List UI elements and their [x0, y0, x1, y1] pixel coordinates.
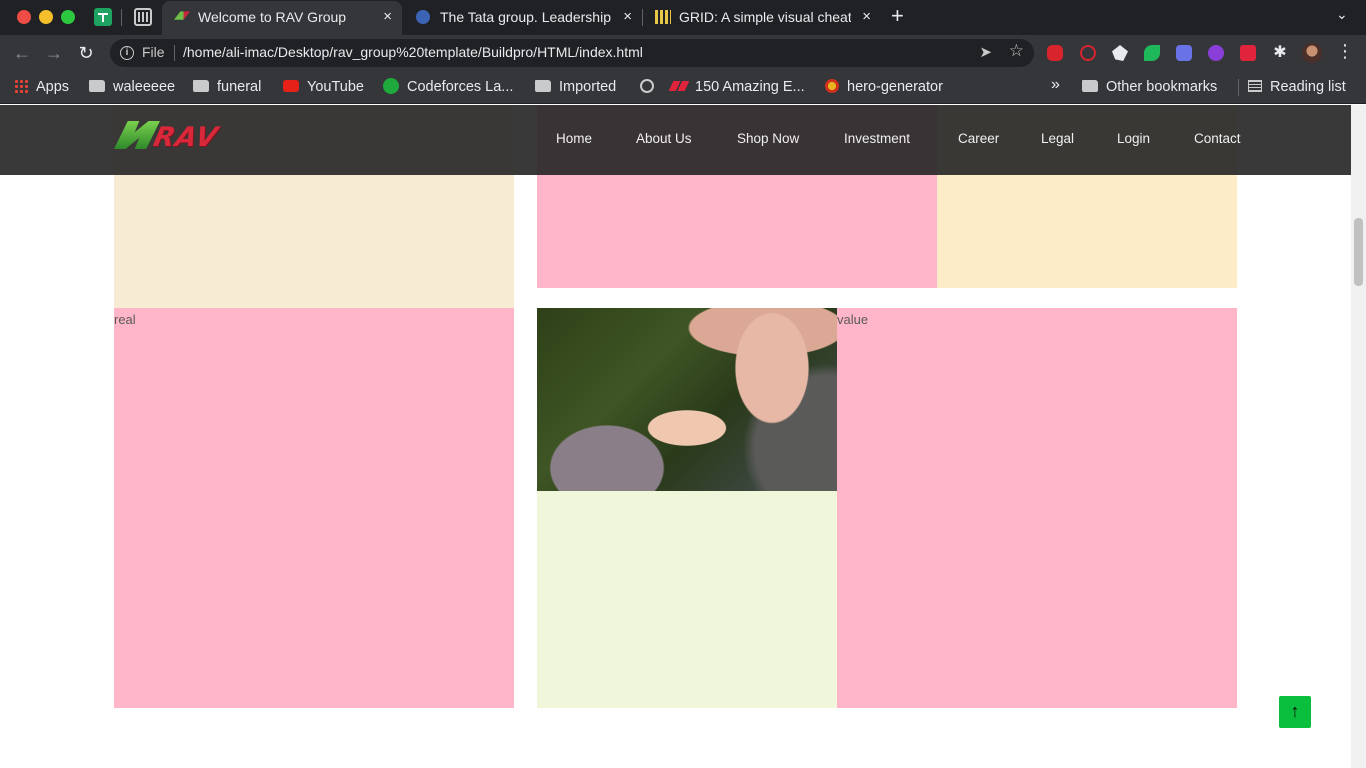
bookmarks-overflow-icon[interactable]: » — [1051, 76, 1060, 94]
pinned-tab-sheets-icon[interactable] — [94, 8, 112, 26]
extensions-puzzle-icon[interactable]: ✱ — [1272, 45, 1288, 61]
browser-toolbar: ← → ↻ i File /home/ali-imac/Desktop/rav_… — [0, 35, 1366, 71]
back-to-top-button[interactable]: ↑ — [1279, 696, 1311, 728]
bookmark-label: Other bookmarks — [1106, 79, 1218, 95]
bookmark-label: Apps — [36, 79, 70, 95]
pinned-tab-calculator-icon[interactable] — [134, 8, 152, 26]
block-label-value: value — [837, 312, 869, 327]
bookmark-label: YouTube — [307, 79, 364, 95]
folder-icon — [193, 80, 209, 93]
bookmarks-divider — [1238, 79, 1239, 96]
bookmark-150-amazing[interactable]: 150 Amazing E... — [668, 77, 805, 97]
new-tab-button[interactable]: + — [891, 3, 904, 29]
maximize-window-button[interactable] — [61, 10, 75, 24]
page-viewport: real value — [0, 105, 1351, 768]
nav-link-login[interactable]: Login — [1117, 131, 1150, 146]
tata-favicon-icon — [416, 10, 430, 24]
reading-list-icon — [1248, 80, 1262, 93]
reload-icon[interactable]: ↻ — [74, 41, 98, 65]
bookmark-other-bookmarks[interactable]: Other bookmarks — [1082, 77, 1217, 97]
back-arrow-icon[interactable]: ← — [10, 41, 34, 65]
nav-link-home[interactable]: Home — [556, 131, 592, 146]
apps-grid-icon — [14, 79, 28, 94]
bookmark-globe[interactable] — [640, 77, 662, 97]
folder-icon — [535, 80, 551, 93]
nav-link-career[interactable]: Career — [958, 131, 999, 146]
bookmark-label: 150 Amazing E... — [695, 79, 805, 95]
close-tab-icon[interactable]: × — [383, 1, 392, 33]
page-scrollbar[interactable] — [1351, 105, 1366, 768]
site-navbar: RAV Home About Us Shop Now Investment Ca… — [0, 105, 1351, 175]
webdesign-icon — [668, 81, 690, 92]
address-divider — [174, 45, 175, 61]
tab-title: GRID: A simple visual cheatsheet — [679, 9, 851, 25]
folder-icon — [1082, 80, 1098, 93]
nav-link-legal[interactable]: Legal — [1041, 131, 1074, 146]
grid-favicon-icon — [655, 10, 671, 24]
bookmark-youtube[interactable]: YouTube — [283, 77, 364, 97]
extension-youtube-speed-icon[interactable] — [1047, 45, 1063, 61]
bookmark-label: waleeeee — [113, 79, 176, 95]
browser-menu-icon[interactable]: ⋮ — [1336, 41, 1354, 62]
bookmark-label: hero-generator — [847, 79, 943, 95]
site-info-icon[interactable]: i — [120, 46, 134, 60]
nav-link-investment[interactable]: Investment — [844, 131, 910, 146]
youtube-icon — [283, 80, 299, 93]
block-label-real: real — [114, 312, 136, 327]
globe-icon — [640, 79, 654, 94]
url-text[interactable]: /home/ali-imac/Desktop/rav_group%20templ… — [183, 44, 643, 60]
bookmark-hero-generator[interactable]: hero-generator — [825, 77, 943, 97]
grid-block-value: value — [837, 308, 1237, 708]
close-tab-icon[interactable]: × — [862, 1, 871, 33]
extension-arrows-icon[interactable] — [1240, 45, 1256, 61]
bookmark-star-icon[interactable]: ☆ — [1009, 41, 1024, 61]
bookmark-codeforces[interactable]: Codeforces La... — [383, 77, 513, 97]
bookmark-folder-waleeeee[interactable]: waleeeee — [89, 77, 175, 97]
tab-strip: Welcome to RAV Group × The Tata group. L… — [0, 0, 1366, 35]
rav-logo[interactable]: RAV — [114, 119, 264, 153]
send-to-devices-icon[interactable]: ➤ — [979, 43, 992, 61]
arrow-up-icon: ↑ — [1290, 701, 1300, 721]
address-bar[interactable]: i File /home/ali-imac/Desktop/rav_group%… — [110, 39, 1034, 67]
scrollbar-thumb[interactable] — [1354, 218, 1363, 286]
tab-title: Welcome to RAV Group — [198, 9, 347, 25]
nav-link-contact[interactable]: Contact — [1194, 131, 1241, 146]
nav-link-about-us[interactable]: About Us — [636, 131, 692, 146]
tab-grid-cheatsheet[interactable]: GRID: A simple visual cheatsheet × — [643, 1, 881, 35]
reading-list-button[interactable]: Reading list — [1248, 77, 1346, 97]
bookmark-label: Imported — [559, 79, 617, 95]
bookmarks-bar: Apps waleeeee funeral YouTube Codeforces… — [0, 71, 1366, 104]
bookmark-folder-funeral[interactable]: funeral — [193, 77, 261, 97]
hero-icon — [825, 79, 839, 94]
tab-title: The Tata group. Leadership — [440, 9, 611, 25]
tab-welcome-to-rav-group[interactable]: Welcome to RAV Group × — [162, 1, 402, 35]
tab-divider — [121, 9, 122, 26]
bookmark-folder-imported[interactable]: Imported — [535, 77, 616, 97]
forward-arrow-icon[interactable]: → — [42, 41, 66, 65]
codeforces-icon — [383, 78, 399, 95]
bookmark-label: funeral — [217, 79, 262, 95]
tab-search-chevron-icon[interactable]: ⌄ — [1336, 6, 1348, 23]
bookmark-apps[interactable]: Apps — [14, 77, 69, 97]
folder-icon — [89, 80, 105, 93]
extension-cursor-icon[interactable] — [1112, 45, 1128, 61]
rav-logo-text: RAV — [150, 122, 222, 153]
extension-adblock-icon[interactable] — [1080, 45, 1096, 61]
extension-w-icon[interactable] — [1208, 45, 1224, 61]
minimize-window-button[interactable] — [39, 10, 53, 24]
grid-block-lime — [537, 491, 837, 708]
close-tab-icon[interactable]: × — [623, 1, 632, 33]
bookmark-label: Codeforces La... — [407, 79, 514, 95]
tab-tata-group[interactable]: The Tata group. Leadership × — [404, 1, 642, 35]
profile-avatar[interactable] — [1302, 43, 1322, 63]
grid-block-real: real — [114, 308, 514, 708]
url-scheme-label: File — [142, 44, 165, 60]
extension-eye-icon[interactable] — [1144, 45, 1160, 61]
hands-photo — [537, 308, 837, 491]
reading-list-label: Reading list — [1270, 79, 1346, 95]
extension-screen-icon[interactable] — [1176, 45, 1192, 61]
close-window-button[interactable] — [17, 10, 31, 24]
rav-favicon-icon — [174, 11, 190, 20]
nav-link-shop-now[interactable]: Shop Now — [737, 131, 799, 146]
